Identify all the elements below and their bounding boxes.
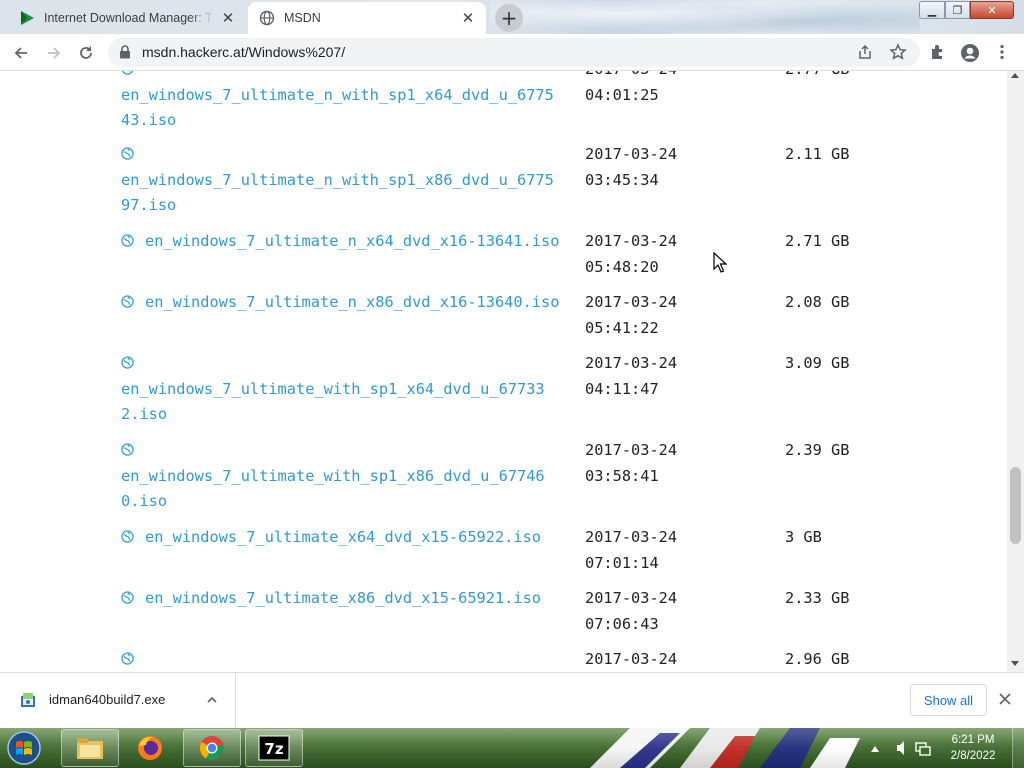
file-date: 2017-03-24 07:01:14 [585, 528, 678, 572]
minimize-button[interactable]: ▁ [919, 1, 945, 19]
file-globe-icon [121, 147, 134, 160]
scrollbar-thumb[interactable] [1010, 467, 1021, 544]
file-globe-icon [121, 71, 134, 75]
file-globe-icon [121, 234, 134, 247]
taskbar-firefox[interactable] [121, 729, 179, 767]
menu-kebab-icon[interactable] [996, 43, 1008, 61]
tab-strip: Internet Download Manager: The ✕ MSDN ✕ … [0, 0, 1024, 34]
file-size: 3.09 GB [785, 354, 850, 372]
file-globe-icon [121, 530, 134, 543]
file-link[interactable]: en_windows_7_ultimate_n_with_sp1_x64_dvd… [121, 71, 561, 134]
share-icon[interactable] [857, 44, 873, 60]
file-globe-icon [121, 443, 134, 456]
file-size: 2.71 GB [785, 232, 850, 250]
show-desktop-button[interactable] [1012, 728, 1024, 768]
window-controls: ▁ ❐ ✕ [919, 1, 1014, 19]
file-link[interactable]: en_windows_7_ultimate_x86_dvd_x15-65921.… [121, 586, 561, 612]
reload-icon [80, 46, 92, 59]
forward-arrow-icon [48, 47, 61, 59]
close-window-button[interactable]: ✕ [970, 1, 1014, 19]
lock-icon [120, 45, 130, 59]
file-globe-icon [121, 356, 134, 369]
file-size: 2.39 GB [785, 441, 850, 459]
file-date: 2017-03-24 03:58:41 [585, 441, 678, 485]
show-all-button[interactable]: Show all [910, 684, 987, 716]
file-size: 3 GB [785, 528, 822, 546]
windows-orb-icon [7, 731, 41, 765]
system-tray [871, 741, 931, 756]
download-filename: idman640build7.exe [49, 692, 166, 707]
reload-button[interactable] [72, 39, 100, 67]
close-tab-icon[interactable]: ✕ [460, 10, 476, 27]
vertical-scrollbar[interactable] [1007, 71, 1024, 672]
file-link[interactable]: en_windows_7_ultimate_with_sp1_x86_dvd_u… [121, 438, 561, 515]
file-size: 2.08 GB [785, 293, 850, 311]
taskbar-7zip[interactable]: 7z [245, 729, 303, 767]
file-globe-icon [121, 652, 134, 665]
file-size: 2.33 GB [785, 589, 850, 607]
file-globe-icon [121, 295, 134, 308]
file-date: 2017-03-24 [585, 650, 678, 668]
file-link[interactable]: en_windows_7_ultimate_n_x64_dvd_x16-1364… [121, 229, 561, 255]
tab-idm[interactable]: Internet Download Manager: The ✕ [8, 2, 246, 34]
download-item[interactable]: idman640build7.exe [0, 673, 236, 728]
system-clock[interactable]: 6:21 PM 2/8/2022 [940, 732, 1006, 764]
chevron-up-icon[interactable] [205, 693, 219, 707]
tab-title: Internet Download Manager: The [44, 11, 214, 25]
firefox-icon [138, 736, 162, 760]
file-date: 2017-03-24 07:06:43 [585, 589, 678, 633]
mouse-cursor-icon [713, 252, 727, 273]
file-date: 2017-03-24 04:01:25 [585, 71, 677, 104]
svg-text:7z: 7z [264, 740, 283, 758]
file-date: 2017-03-24 04:11:47 [585, 354, 678, 398]
file-link[interactable] [121, 647, 561, 672]
restore-button[interactable]: ❐ [945, 1, 970, 19]
scroll-down-arrow-icon[interactable] [1011, 661, 1019, 666]
desktop-background [490, 0, 920, 34]
file-date: 2017-03-24 03:45:34 [585, 145, 678, 189]
forward-button[interactable] [40, 39, 68, 67]
file-date: 2017-03-24 05:41:22 [585, 293, 678, 337]
taskbar-chrome[interactable] [183, 729, 241, 767]
download-bar: idman640build7.exe Show all [0, 672, 1024, 728]
back-button[interactable] [7, 39, 35, 67]
tab-msdn[interactable]: MSDN ✕ [248, 2, 486, 34]
file-link[interactable]: en_windows_7_ultimate_n_with_sp1_x86_dvd… [121, 142, 561, 219]
bookmark-star-icon[interactable] [889, 43, 907, 61]
7zip-icon: 7z [258, 735, 290, 761]
clock-time: 6:21 PM [951, 734, 995, 746]
file-date: 2017-03-24 05:48:20 [585, 232, 678, 276]
new-tab-button[interactable]: + [495, 4, 523, 32]
file-size: 2.11 GB [785, 145, 850, 163]
chrome-icon [199, 736, 224, 760]
close-tab-icon[interactable]: ✕ [220, 10, 236, 27]
file-link[interactable]: en_windows_7_ultimate_n_x86_dvd_x16-1364… [121, 290, 561, 316]
idm-play-icon [19, 10, 35, 26]
back-arrow-icon [14, 47, 27, 59]
file-globe-icon [121, 591, 134, 604]
file-size: 2.96 GB [785, 650, 850, 668]
volume-icon[interactable] [897, 741, 904, 755]
explorer-icon [77, 738, 103, 759]
file-size: 2.77 GB [785, 71, 905, 83]
profile-avatar-icon[interactable] [960, 43, 980, 63]
scroll-up-arrow-icon[interactable] [1011, 73, 1019, 78]
start-button[interactable] [2, 729, 48, 767]
globe-icon [259, 10, 275, 26]
close-download-bar-icon[interactable] [998, 692, 1012, 706]
clock-date: 2/8/2022 [950, 750, 996, 762]
browser-toolbar: msdn.hackerc.at/Windows%207/ [0, 34, 1024, 71]
windows-taskbar: 7z 6:21 PM 2/8/2022 [0, 728, 1024, 768]
show-hidden-icons-icon[interactable] [871, 746, 879, 752]
extensions-puzzle-icon[interactable] [929, 43, 947, 61]
file-link[interactable]: en_windows_7_ultimate_with_sp1_x64_dvd_u… [121, 351, 561, 428]
taskbar-explorer[interactable] [61, 729, 119, 767]
file-link[interactable]: en_windows_7_ultimate_x64_dvd_x15-65922.… [121, 525, 561, 551]
page-content: en_windows_7_ultimate_n_with_sp1_x64_dvd… [0, 71, 1007, 672]
tab-title: MSDN [284, 11, 321, 25]
installer-file-icon [21, 693, 35, 707]
address-bar[interactable]: msdn.hackerc.at/Windows%207/ [108, 38, 920, 67]
url-text: msdn.hackerc.at/Windows%207/ [142, 44, 346, 60]
